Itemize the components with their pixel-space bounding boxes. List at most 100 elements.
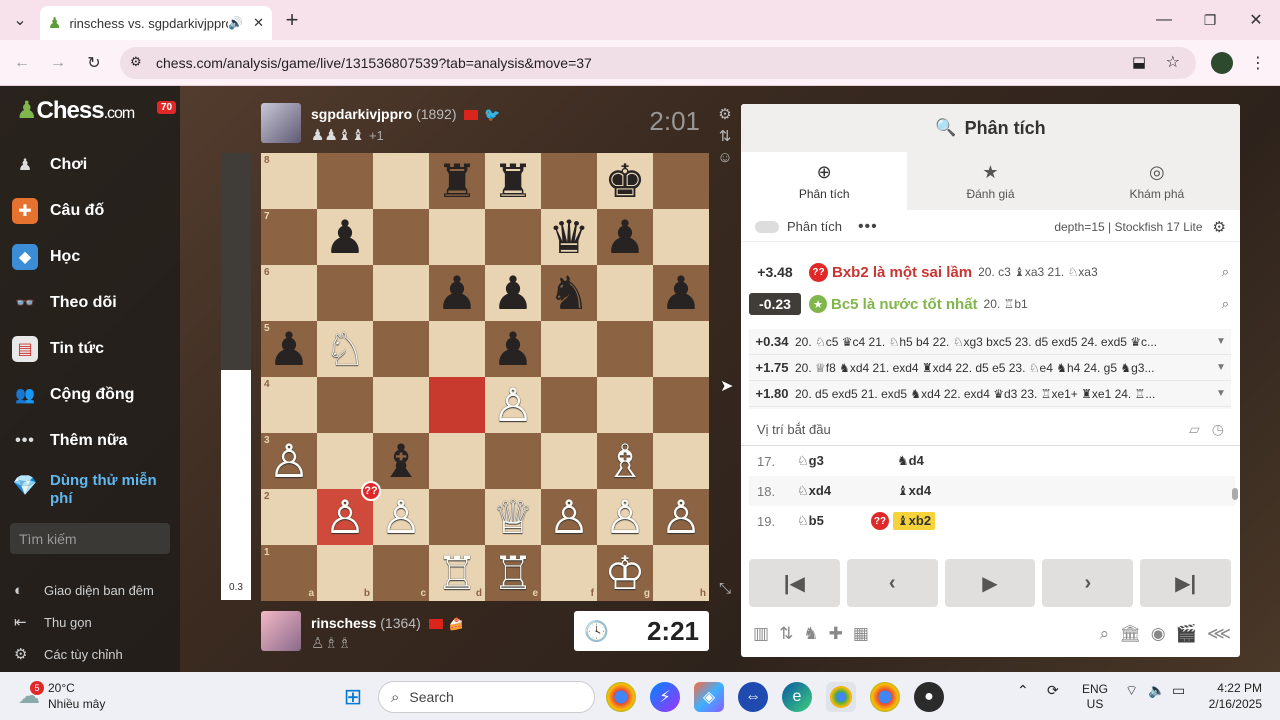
windows-start-icon[interactable]: ⊞ [338,682,368,712]
square-g1[interactable]: ♔ g [597,545,653,601]
sidebar-item-community[interactable]: 👥 Cộng đồng [12,380,180,410]
square-b3[interactable] [317,433,373,489]
zoom-line-icon[interactable]: ⌕ [1222,264,1229,280]
flip-board-icon[interactable]: ⇅ [716,127,734,145]
chrome-profile-app-icon[interactable] [870,682,900,712]
zoom-line-icon[interactable]: ⌕ [1222,296,1229,312]
square-a6[interactable]: 6 [261,265,317,321]
square-e4[interactable]: ♙ [485,377,541,433]
square-f7[interactable]: ♛ [541,209,597,265]
copilot-app-icon[interactable]: ◈ [694,682,724,712]
chess-piece[interactable]: ♟ [492,326,533,372]
speaker-icon[interactable]: 🔊 [228,16,243,30]
square-f3[interactable] [541,433,597,489]
restore-button[interactable]: ❐ [1196,6,1224,34]
square-b1[interactable]: b [317,545,373,601]
square-f8[interactable] [541,153,597,209]
square-e6[interactable]: ♟ [485,265,541,321]
pieces-icon[interactable]: ♞ [803,624,818,644]
sync-icon[interactable]: ⟳ [1047,682,1059,699]
start-position-row[interactable]: Vị trí bắt đầu ▱ ◷ [741,414,1240,446]
timer-icon[interactable]: ◷ [1212,421,1224,438]
chess-piece[interactable]: ♙ [548,494,589,540]
notes-icon[interactable]: ▱ [1189,421,1200,438]
black-move[interactable]: ♞d4 [897,453,924,469]
top-player-avatar[interactable] [261,103,301,143]
dark-mode-toggle[interactable]: ◐ Giao diện ban đêm [14,578,154,602]
video-icon[interactable]: 🎬 [1176,624,1197,644]
square-c4[interactable] [373,377,429,433]
square-g4[interactable] [597,377,653,433]
taskbar-search[interactable]: ⌕ Search [378,681,595,713]
square-b6[interactable] [317,265,373,321]
chess-piece[interactable]: ♙ [492,382,533,428]
chess-piece[interactable]: ♛ [548,214,589,260]
more-options-icon[interactable]: ••• [858,218,878,236]
emoji-icon[interactable]: ☺ [716,149,734,166]
teamviewer-app-icon[interactable]: ⇔ [738,682,768,712]
museum-icon[interactable]: 🏛 [1119,624,1141,644]
resize-board-icon[interactable]: ⤡ [716,580,734,597]
square-h7[interactable] [653,209,709,265]
chess-piece[interactable]: ♗ [604,438,645,484]
tab-explore[interactable]: ◎ Khám phá [1074,152,1240,210]
square-g2[interactable]: ♙ [597,489,653,545]
square-d6[interactable]: ♟ [429,265,485,321]
square-h1[interactable]: h [653,545,709,601]
analysis-toggle[interactable] [755,220,779,233]
chess-piece[interactable]: ♟ [604,214,645,260]
expand-chevron-icon[interactable]: ▼ [1211,388,1231,399]
expand-chevron-icon[interactable]: ▼ [1211,362,1231,373]
address-bar[interactable]: ⚙ chess.com/analysis/game/live/131536807… [120,47,1196,79]
square-e1[interactable]: ♖ e [485,545,541,601]
square-g8[interactable]: ♚ [597,153,653,209]
square-g3[interactable]: ♗ [597,433,653,489]
chess-piece[interactable]: ♝ [380,438,421,484]
engine-line[interactable]: +1.80 20. d5 exd5 21. exd5 ♞xd4 22. exd4 … [749,381,1231,407]
browser-tab[interactable]: ♟ rinschess vs. sgpdarkivjppro 🔊 ✕ [40,6,272,40]
target-icon[interactable]: ◉ [1151,624,1166,644]
board-settings-gear-icon[interactable]: ⚙ [716,105,734,123]
square-a4[interactable]: 4 [261,377,317,433]
chess-board[interactable]: 8 ♜ ♜ ♚ 7 ♟ ♛ ♟ 6 ♟ ♟ ♞ ♟ ♟ 5 ♘ ♟ 4 ♙ ♙ 3 ♝ ♗ 2 ♙?? ♙ ♕ ♙ ♙ ♙ 1 a b c ♖ d ♖ e… [261,153,709,601]
chrome-app-icon[interactable] [606,682,636,712]
obs-app-icon[interactable]: ● [914,682,944,712]
square-a7[interactable]: 7 [261,209,317,265]
edge-app-icon[interactable]: e [782,682,812,712]
square-a2[interactable]: 2 [261,489,317,545]
square-f4[interactable] [541,377,597,433]
weather-widget[interactable]: ☁ 5 20°C Nhiều mây [18,680,105,712]
square-f6[interactable]: ♞ [541,265,597,321]
square-d8[interactable]: ♜ [429,153,485,209]
tab-analysis[interactable]: ⊕ Phân tích [741,152,908,210]
minimize-button[interactable]: — [1150,6,1178,34]
square-b2[interactable]: ♙?? [317,481,381,545]
sidebar-item-more[interactable]: ••• Thêm nữa [12,426,180,456]
tab-close-icon[interactable]: ✕ [253,15,264,31]
square-c5[interactable] [373,321,429,377]
sidebar-item-play[interactable]: ♟ Chơi [12,150,180,180]
square-g7[interactable]: ♟ [597,209,653,265]
chess-piece[interactable]: ♟ [324,214,365,260]
profile-avatar[interactable] [1211,52,1233,74]
square-e7[interactable] [485,209,541,265]
white-move[interactable]: ♘b5 [797,513,871,529]
square-c7[interactable] [373,209,429,265]
install-app-icon[interactable]: ⬓ [1132,53,1146,71]
language-indicator[interactable]: ENG US [1082,682,1108,712]
square-e5[interactable]: ♟ [485,321,541,377]
tab-review[interactable]: ★ Đánh giá [907,152,1073,210]
square-c3[interactable]: ♝ [373,433,429,489]
tray-chevron-icon[interactable]: ⌃ [1017,682,1029,699]
square-h5[interactable] [653,321,709,377]
top-player-name[interactable]: sgpdarkivjppro (1892) 🐦 [311,106,500,123]
chess-piece[interactable]: ♙ [604,494,645,540]
engine-line[interactable]: +0.34 20. ♘c5 ♛c4 21. ♘h5 b4 22. ♘xg3 bxc… [749,329,1231,355]
chess-piece[interactable]: ♟ [436,270,477,316]
bottom-player-name[interactable]: rinschess (1364) 🍰 [311,615,463,631]
forward-button[interactable]: → [44,49,72,77]
messenger-app-icon[interactable]: ⚡ [650,682,680,712]
chess-piece[interactable]: ♙ [660,494,701,540]
square-e3[interactable] [485,433,541,489]
first-move-button[interactable]: |◀ [749,559,840,607]
